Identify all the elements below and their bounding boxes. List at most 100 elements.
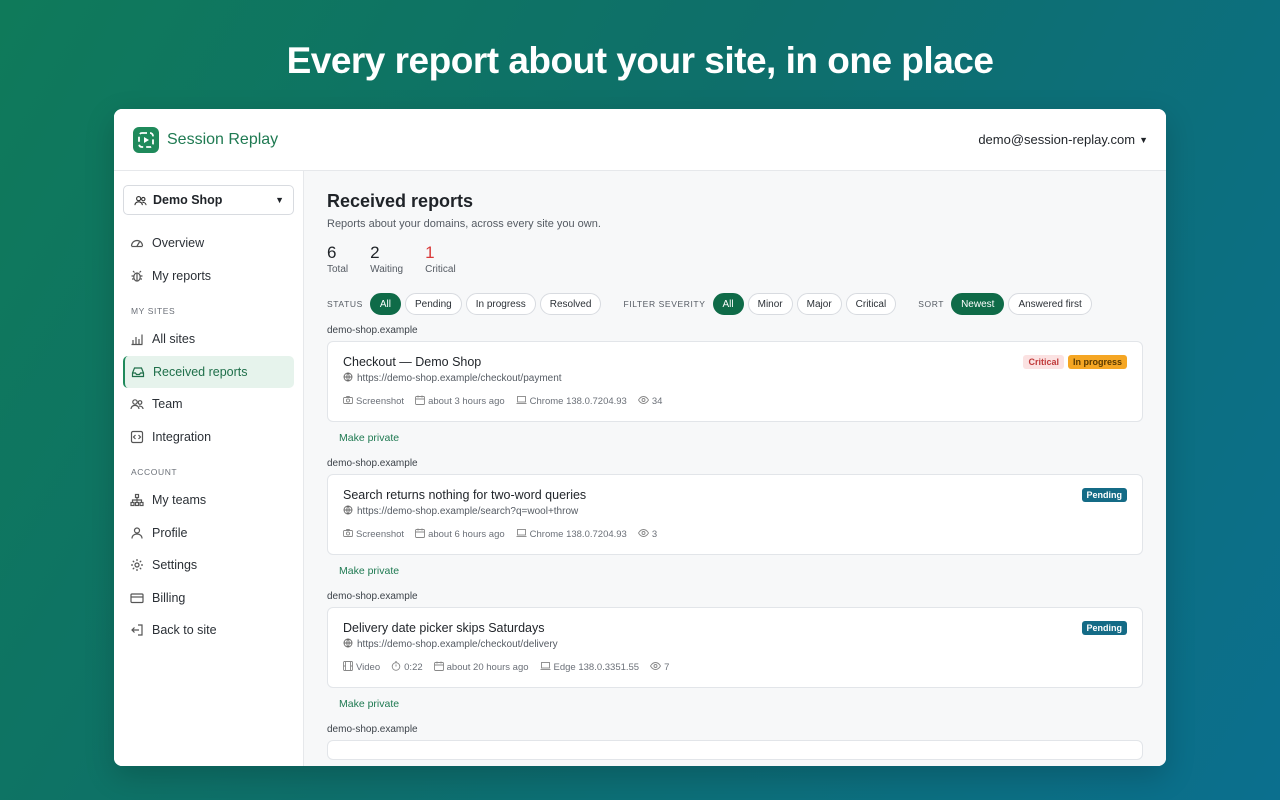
sidebar-item-overview[interactable]: Overview [123,227,294,259]
eye-icon [637,395,649,408]
report-badges: Pending [1081,621,1127,635]
sidebar-item-label: Received reports [153,364,248,379]
sort-label: SORT [918,299,945,309]
sidebar-item-label: Billing [152,590,186,605]
report-badges: Critical In progress [1023,355,1127,369]
page-subtitle: Reports about your domains, across every… [327,218,601,230]
sidebar-item-all-sites[interactable]: All sites [123,323,294,355]
laptop-icon [540,661,551,674]
globe-icon [343,372,353,385]
inbox-icon [131,365,145,379]
report-card[interactable]: Search returns nothing for two-word quer… [327,474,1143,555]
stat-critical: 1 Critical [425,244,456,275]
report-card[interactable]: Delivery date picker skips Saturdays htt… [327,607,1143,688]
eye-icon [637,528,649,541]
report-url: https://demo-shop.example/checkout/deliv… [343,638,1127,651]
laptop-icon [516,395,527,408]
report-domain: demo-shop.example [327,591,418,602]
brand-name: Session Replay [167,130,279,148]
report-meta: Screenshot about 6 hours ago Chrome 138.… [343,528,1127,541]
severity-filter-major[interactable]: Major [796,293,842,315]
sidebar-item-label: Back to site [152,623,217,637]
sort-newest[interactable]: Newest [951,293,1005,315]
report-card[interactable]: Checkout — Demo Shop https://demo-shop.e… [327,341,1143,422]
status-badge: Pending [1081,488,1127,502]
user-menu[interactable]: demo@session-replay.com ▼ [978,132,1148,147]
code-icon [130,430,144,444]
stats-row: 6 Total 2 Waiting 1 Critical [327,244,1143,275]
sidebar-item-settings[interactable]: Settings [123,549,294,581]
status-badge: In progress [1067,355,1127,369]
make-private-link[interactable]: Make private [327,422,1143,458]
status-filter-all[interactable]: All [369,293,401,315]
stat-waiting: 2 Waiting [370,244,403,275]
report-browser: Edge 138.0.3351.55 [553,662,640,673]
calendar-icon [415,528,426,541]
status-filter-label: STATUS [327,299,363,309]
sort-answered-first[interactable]: Answered first [1008,293,1092,315]
severity-filter-all[interactable]: All [712,293,744,315]
make-private-link[interactable]: Make private [327,555,1143,591]
org-select[interactable]: Demo Shop ▼ [123,185,294,215]
sidebar-item-integration[interactable]: Integration [123,421,294,453]
status-filter-resolved[interactable]: Resolved [539,293,602,315]
caret-down-icon: ▼ [275,195,284,205]
film-icon [343,661,353,674]
filter-bar: STATUS All Pending In progress Resolved … [327,293,1143,315]
section-my-sites: MY SITES [131,306,176,316]
severity-filter-minor[interactable]: Minor [747,293,793,315]
brand[interactable]: Session Replay [133,126,279,153]
report-domain: demo-shop.example [327,325,418,336]
report-views: 34 [651,396,663,407]
report-badges: Pending [1081,488,1127,502]
severity-filter-label: FILTER SEVERITY [623,299,706,309]
report-title: Checkout — Demo Shop [343,355,482,369]
sidebar-item-team[interactable]: Team [123,388,294,420]
status-filter-pending[interactable]: Pending [405,293,462,315]
top-bar: Session Replay demo@session-replay.com ▼ [114,109,1166,171]
sidebar-item-my-reports[interactable]: My reports [123,260,294,292]
stopwatch-icon [391,661,401,674]
bug-icon [130,269,144,283]
sidebar-item-billing[interactable]: Billing [123,582,294,614]
globe-icon [343,638,353,651]
hierarchy-icon [130,493,144,507]
stat-label: Total [327,264,349,275]
exit-icon [130,623,144,637]
calendar-icon [433,661,444,674]
sidebar-item-received-reports[interactable]: Received reports [123,355,294,388]
status-badge: Pending [1081,621,1127,635]
report-media: Screenshot [356,529,405,540]
sidebar-item-label: My reports [152,268,212,283]
globe-icon [343,505,353,518]
report-url: https://demo-shop.example/checkout/payme… [343,372,1127,385]
user-email: demo@session-replay.com [978,132,1136,147]
hero-title: Every report about your site, in one pla… [286,40,994,81]
calendar-icon [415,395,426,408]
report-time: about 6 hours ago [428,529,505,540]
sidebar-item-back-to-site[interactable]: Back to site [123,614,294,646]
severity-badge: Critical [1023,355,1064,369]
sidebar: Demo Shop ▼ Overview My reports MY SITES… [114,171,304,766]
report-browser: Chrome 138.0.7204.93 [529,396,627,407]
stat-total: 6 Total [327,244,348,275]
make-private-link[interactable]: Make private [327,688,1143,724]
stat-label: Waiting [370,264,404,275]
sidebar-item-label: Settings [152,558,198,572]
stat-label: Critical [425,264,456,275]
stat-value: 6 [327,243,337,262]
report-views: 3 [651,529,658,540]
sidebar-item-label: Profile [152,525,188,540]
sidebar-item-my-teams[interactable]: My teams [123,484,294,516]
report-card[interactable] [327,740,1143,760]
status-filter-in-progress[interactable]: In progress [465,293,536,315]
session-replay-logo-icon [133,126,159,153]
report-url: https://demo-shop.example/search?q=wool+… [343,505,1127,518]
stat-value: 1 [425,243,435,262]
page-title: Received reports [327,191,474,211]
report-domain: demo-shop.example [327,724,418,735]
sidebar-item-label: My teams [152,493,207,507]
sidebar-item-label: Integration [152,429,212,444]
sidebar-item-profile[interactable]: Profile [123,517,294,549]
severity-filter-critical[interactable]: Critical [845,293,897,315]
